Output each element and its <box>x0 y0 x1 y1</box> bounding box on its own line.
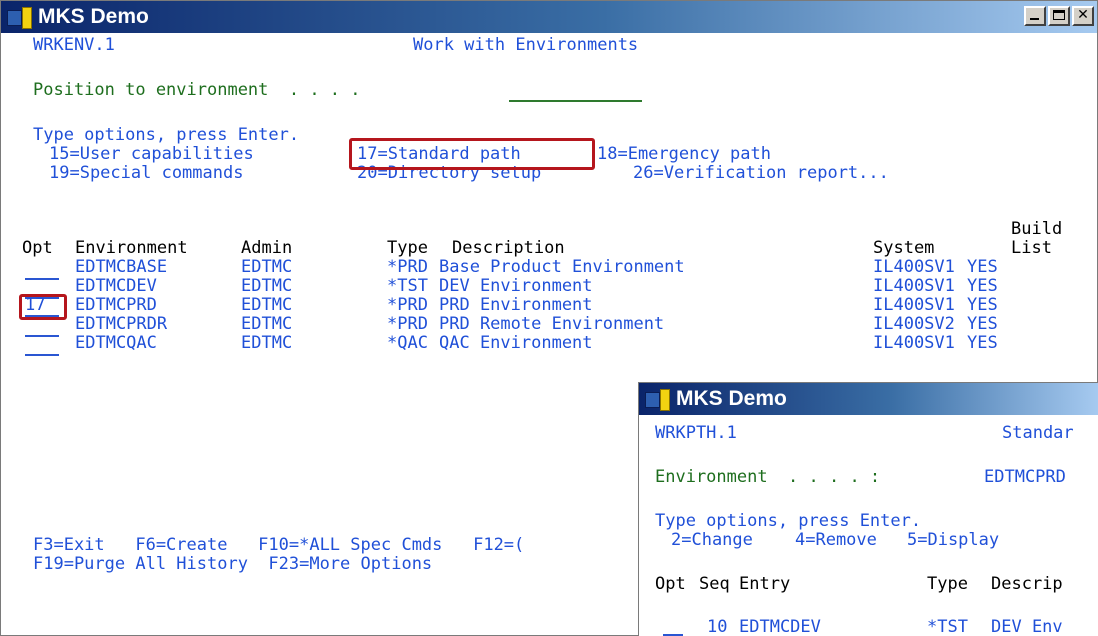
col-entry: Entry <box>739 574 791 594</box>
table-row-system: IL400SV1 <box>873 333 955 353</box>
option-user-capabilities: 15=User capabilities <box>49 144 254 164</box>
table-row-admin: EDTMC <box>241 333 293 353</box>
table-row-opt-input[interactable] <box>663 615 683 636</box>
close-icon: ✕ <box>1077 7 1089 23</box>
app-icon[interactable] <box>7 7 35 29</box>
table-row-system: IL400SV2 <box>873 314 955 334</box>
title-bar[interactable]: MKS Demo <box>639 383 1098 415</box>
col-environment: Environment <box>75 238 188 258</box>
screen-id: WRKENV.1 <box>33 35 115 55</box>
table-row-entry: EDTMCDEV <box>739 617 821 636</box>
table-row-opt-input[interactable] <box>25 316 59 337</box>
position-input[interactable] <box>509 81 642 102</box>
option-emergency-path: 18=Emergency path <box>597 144 771 164</box>
option-change: 2=Change <box>671 530 753 550</box>
table-row-admin: EDTMC <box>241 295 293 315</box>
function-keys-line2: F19=Purge All History F23=More Options <box>33 554 433 574</box>
col-build: Build <box>1011 219 1063 239</box>
table-row-system: IL400SV1 <box>873 257 955 277</box>
col-admin: Admin <box>241 238 293 258</box>
window-title: MKS Demo <box>38 5 149 28</box>
table-row-type: *TST <box>387 276 428 296</box>
table-row-build: YES <box>967 333 998 353</box>
table-row-description: QAC Environment <box>439 333 593 353</box>
table-row-system: IL400SV1 <box>873 276 955 296</box>
table-row-type: *PRD <box>387 257 428 277</box>
table-row-admin: EDTMC <box>241 257 293 277</box>
function-keys-line1: F3=Exit F6=Create F10=*ALL Spec Cmds F12… <box>33 535 525 555</box>
maximize-icon <box>1053 10 1065 20</box>
option-display: 5=Display <box>907 530 1000 550</box>
col-system: System <box>873 238 935 258</box>
table-row-type: *TST <box>927 617 968 636</box>
screen-title: Standar <box>1002 423 1074 443</box>
window-title: MKS Demo <box>676 387 787 410</box>
option-special-commands: 19=Special commands <box>49 163 244 183</box>
table-row-opt-input[interactable] <box>25 259 59 280</box>
app-icon[interactable] <box>645 389 673 411</box>
screen-id: WRKPTH.1 <box>655 423 737 443</box>
title-bar[interactable]: MKS Demo ✕ <box>1 1 1097 33</box>
minimize-icon <box>1030 18 1039 20</box>
table-row-build: YES <box>967 314 998 334</box>
table-row-environment: EDTMCPRDR <box>75 314 168 334</box>
col-type: Type <box>927 574 968 594</box>
option-remove: 4=Remove <box>795 530 877 550</box>
table-row-seq[interactable]: 10 <box>707 618 727 636</box>
table-row-system: IL400SV1 <box>873 295 955 315</box>
col-seq: Seq <box>699 574 730 594</box>
standard-path-window: MKS Demo WRKPTH.1 Standar Environment . … <box>638 382 1098 636</box>
table-row-environment: EDTMCQAC <box>75 333 157 353</box>
table-row-admin: EDTMC <box>241 276 293 296</box>
table-row-build: YES <box>967 295 998 315</box>
table-row-admin: EDTMC <box>241 314 293 334</box>
highlight-standard-path <box>349 138 595 170</box>
minimize-button[interactable] <box>1024 6 1046 26</box>
screen-title: Work with Environments <box>413 35 639 55</box>
close-button[interactable]: ✕ <box>1072 6 1094 26</box>
table-row-build: YES <box>967 276 998 296</box>
table-row-description: DEV Environment <box>439 276 593 296</box>
table-row-opt-input[interactable] <box>25 335 59 356</box>
table-row-description: PRD Remote Environment <box>439 314 665 334</box>
table-row-environment: EDTMCBASE <box>75 257 168 277</box>
position-prompt: Position to environment . . . . <box>33 80 361 100</box>
table-row-type: *PRD <box>387 314 428 334</box>
options-header: Type options, press Enter. <box>33 125 300 145</box>
table-row-description: PRD Environment <box>439 295 593 315</box>
options-header: Type options, press Enter. <box>655 511 922 531</box>
col-opt: Opt <box>655 574 686 594</box>
table-row-environment: EDTMCPRD <box>75 295 157 315</box>
col-list: List <box>1011 238 1052 258</box>
table-row-description: Base Product Environment <box>439 257 685 277</box>
table-row-description: DEV Env <box>991 617 1063 636</box>
table-row-type: *QAC <box>387 333 428 353</box>
col-opt: Opt <box>22 238 53 258</box>
table-row-build: YES <box>967 257 998 277</box>
col-description: Description <box>452 238 565 258</box>
table-row-environment: EDTMCDEV <box>75 276 157 296</box>
maximize-button[interactable] <box>1048 6 1070 26</box>
environment-value: EDTMCPRD <box>984 467 1066 487</box>
table-row-type: *PRD <box>387 295 428 315</box>
environment-label: Environment . . . . : <box>655 467 881 487</box>
option-verification-report: 26=Verification report... <box>633 163 889 183</box>
col-description: Descrip <box>991 574 1063 594</box>
col-type: Type <box>387 238 428 258</box>
